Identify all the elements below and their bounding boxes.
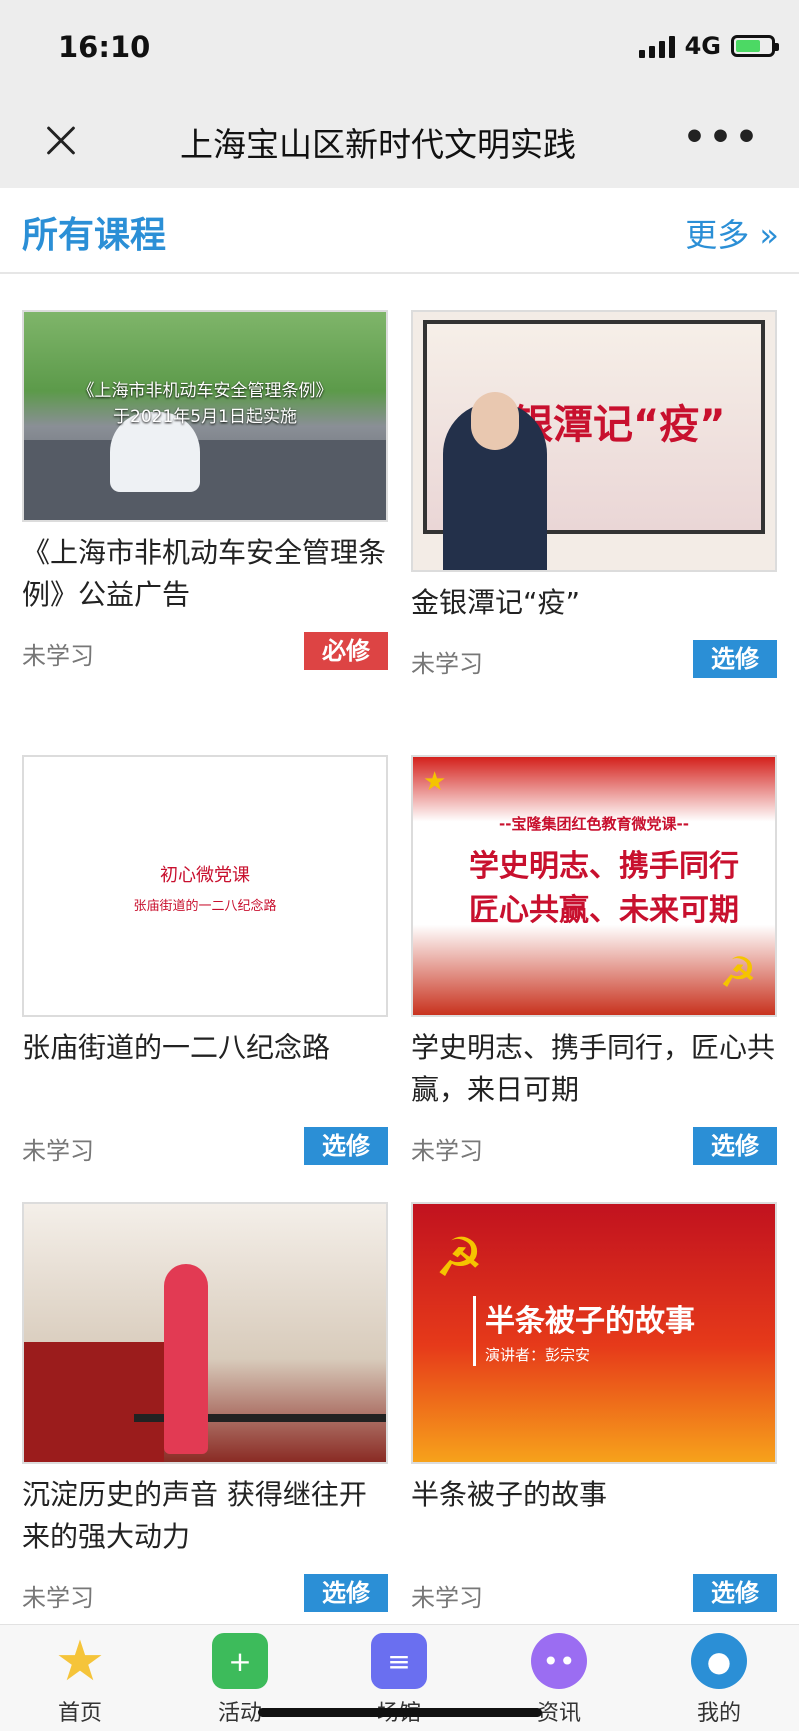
thumbnail-subcaption: --宝隆集团红色教育微党课-- bbox=[499, 815, 689, 833]
tab-home[interactable]: ★ 首页 bbox=[20, 1628, 140, 1727]
course-title[interactable]: 沉淀历史的声音 获得继往开来的强大动力 bbox=[22, 1474, 388, 1558]
party-emblem-icon: ☭ bbox=[435, 1226, 484, 1289]
course-thumbnail[interactable]: 初心微党课 张庙街道的一二八纪念路 bbox=[22, 755, 388, 1017]
course-card[interactable]: 初心微党课 张庙街道的一二八纪念路 张庙街道的一二八纪念路 未学习 选修 bbox=[22, 755, 388, 1167]
status-indicators: 4G bbox=[638, 32, 779, 60]
thumbnail-caption-line: 学史明志、携手同行 bbox=[469, 849, 739, 884]
user-icon: ● bbox=[691, 1633, 747, 1689]
battery-icon bbox=[731, 35, 779, 57]
course-thumbnail[interactable] bbox=[22, 1202, 388, 1464]
thumbnail-road bbox=[24, 440, 386, 520]
thumbnail-caption-line: 于2021年5月1日起实施 bbox=[113, 407, 297, 427]
study-status: 未学习 bbox=[411, 650, 483, 678]
course-title[interactable]: 半条被子的故事 bbox=[411, 1474, 777, 1516]
network-type: 4G bbox=[684, 32, 721, 60]
signal-icon bbox=[638, 34, 675, 58]
section-title: 所有课程 bbox=[22, 215, 167, 256]
course-thumbnail[interactable]: 金银潭记“疫” bbox=[411, 310, 777, 572]
page-title: 上海宝山区新时代文明实践 bbox=[180, 125, 576, 164]
top-bar: 16:10 4G 上海宝山区新时代文明实践 ••• bbox=[0, 0, 799, 188]
thumbnail-caption-line: 匠心共赢、未来可期 bbox=[469, 893, 739, 928]
course-thumbnail[interactable]: 《上海市非机动车安全管理条例》 于2021年5月1日起实施 bbox=[22, 310, 388, 522]
study-status: 未学习 bbox=[22, 642, 94, 670]
presenter-face bbox=[471, 392, 519, 450]
course-card[interactable]: 金银潭记“疫” 金银潭记“疫” 未学习 选修 bbox=[411, 310, 777, 680]
course-title[interactable]: 学史明志、携手同行，匠心共赢，来日可期 bbox=[411, 1027, 777, 1111]
course-meta: 未学习 选修 bbox=[411, 640, 777, 680]
thumbnail-caption: 半条被子的故事 bbox=[485, 1304, 695, 1339]
thumbnail-caption: 《上海市非机动车安全管理条例》 于2021年5月1日起实施 bbox=[24, 378, 386, 430]
chat-icon: •• bbox=[531, 1633, 587, 1689]
course-meta: 未学习 选修 bbox=[411, 1127, 777, 1167]
study-status: 未学习 bbox=[411, 1137, 483, 1165]
course-card[interactable]: 《上海市非机动车安全管理条例》 于2021年5月1日起实施 《上海市非机动车安全… bbox=[22, 310, 388, 672]
more-menu-button[interactable]: ••• bbox=[683, 120, 761, 156]
elective-badge: 选修 bbox=[693, 1574, 777, 1612]
plus-icon: + bbox=[212, 1633, 268, 1689]
thumbnail-caption: 学史明志、携手同行 匠心共赢、未来可期 bbox=[469, 845, 739, 933]
thumbnail-speaker: 演讲者：彭宗安 bbox=[485, 1346, 591, 1364]
course-title[interactable]: 张庙街道的一二八纪念路 bbox=[22, 1027, 388, 1069]
tab-mine[interactable]: ● 我的 bbox=[659, 1633, 779, 1727]
bookmark-icon: ≡ bbox=[371, 1633, 427, 1689]
course-title[interactable]: 金银潭记“疫” bbox=[411, 582, 777, 624]
study-status: 未学习 bbox=[411, 1584, 483, 1612]
course-thumbnail[interactable]: ☭ 半条被子的故事 演讲者：彭宗安 bbox=[411, 1202, 777, 1464]
study-status: 未学习 bbox=[22, 1137, 94, 1165]
elective-badge: 选修 bbox=[693, 640, 777, 678]
presenter-image bbox=[164, 1264, 208, 1454]
thumbnail-caption-line: 《上海市非机动车安全管理条例》 bbox=[77, 381, 333, 401]
course-title[interactable]: 《上海市非机动车安全管理条例》公益广告 bbox=[22, 532, 388, 616]
course-card[interactable]: 沉淀历史的声音 获得继往开来的强大动力 未学习 选修 bbox=[22, 1202, 388, 1614]
course-meta: 未学习 选修 bbox=[22, 1127, 388, 1167]
tab-label: 首页 bbox=[57, 1701, 102, 1726]
close-icon[interactable] bbox=[38, 118, 84, 164]
thumbnail-caption: 初心微党课 bbox=[160, 865, 250, 886]
course-card[interactable]: ★ --宝隆集团红色教育微党课-- 学史明志、携手同行 匠心共赢、未来可期 ☭ … bbox=[411, 755, 777, 1167]
thumbnail-subcaption: 张庙街道的一二八纪念路 bbox=[133, 899, 277, 914]
course-card[interactable]: ☭ 半条被子的故事 演讲者：彭宗安 半条被子的故事 未学习 选修 bbox=[411, 1202, 777, 1614]
star-icon: ★ bbox=[54, 1628, 106, 1694]
status-time: 16:10 bbox=[58, 30, 151, 64]
more-link[interactable]: 更多 » bbox=[685, 210, 779, 256]
course-meta: 未学习 必修 bbox=[22, 632, 388, 672]
required-badge: 必修 bbox=[304, 632, 388, 670]
home-indicator[interactable] bbox=[258, 1708, 542, 1717]
star-icon: ★ bbox=[423, 767, 447, 797]
tab-label: 我的 bbox=[696, 1701, 741, 1726]
elective-badge: 选修 bbox=[693, 1127, 777, 1165]
elective-badge: 选修 bbox=[304, 1574, 388, 1612]
title-bar-decoration bbox=[473, 1296, 476, 1366]
course-meta: 未学习 选修 bbox=[22, 1574, 388, 1614]
drums-image bbox=[24, 1342, 164, 1462]
section-header: 所有课程 更多 » bbox=[0, 188, 799, 274]
study-status: 未学习 bbox=[22, 1584, 94, 1612]
party-emblem-icon: ☭ bbox=[719, 948, 757, 997]
course-meta: 未学习 选修 bbox=[411, 1574, 777, 1614]
elective-badge: 选修 bbox=[304, 1127, 388, 1165]
course-thumbnail[interactable]: ★ --宝隆集团红色教育微党课-- 学史明志、携手同行 匠心共赢、未来可期 ☭ bbox=[411, 755, 777, 1017]
